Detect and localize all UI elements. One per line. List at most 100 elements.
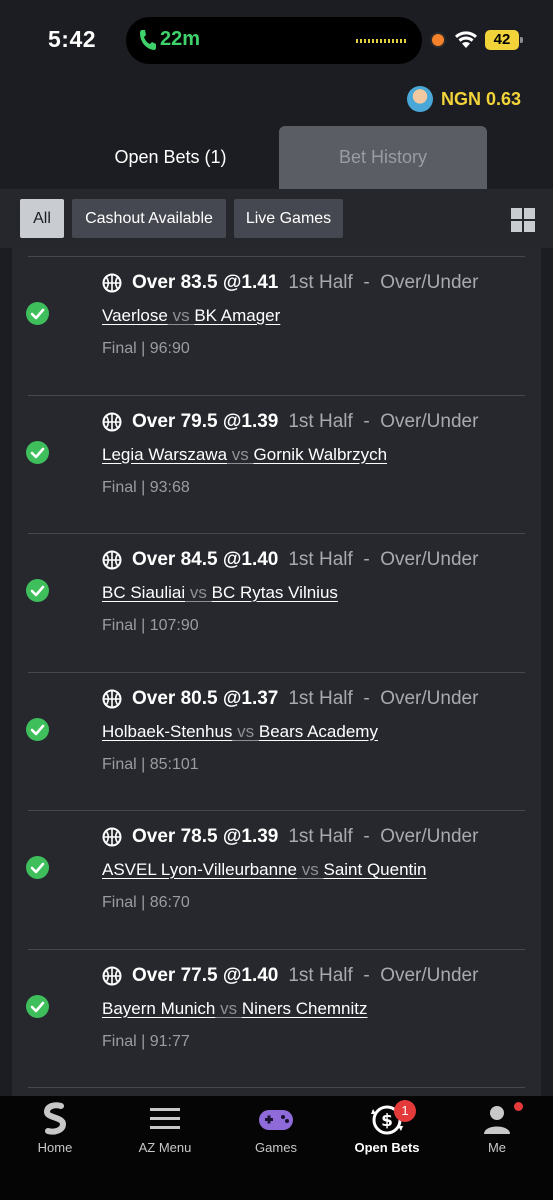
open-bets-badge: 1 (394, 1100, 416, 1122)
bet-market: 1st Half - Over/Under (288, 826, 479, 847)
nav-games[interactable]: Games (221, 1096, 331, 1166)
filter-all-button[interactable]: All (20, 199, 64, 238)
grid-view-icon[interactable] (511, 208, 535, 232)
bet-row[interactable]: Over 78.5 @1.39 1st Half - Over/Under ASVE… (12, 810, 541, 948)
bet-pick: Over 79.5 @1.39 (132, 410, 279, 432)
filter-cashout-button[interactable]: Cashout Available (72, 199, 226, 238)
home-team-link[interactable]: Holbaek-Stenhus (102, 722, 232, 741)
dynamic-island[interactable]: 22m (126, 17, 422, 64)
list-end-divider (12, 1087, 541, 1096)
won-check-icon (26, 579, 49, 602)
bet-pick: Over 80.5 @1.37 (132, 687, 279, 709)
vs-label: vs (220, 998, 238, 1018)
row-divider (28, 1087, 525, 1088)
nav-open-bets[interactable]: $ 1 Open Bets (332, 1096, 442, 1166)
bet-market: 1st Half - Over/Under (288, 272, 479, 293)
menu-icon (150, 1108, 180, 1129)
home-team-link[interactable]: Bayern Munich (102, 999, 215, 1018)
away-team-link[interactable]: Gornik Walbrzych (254, 445, 388, 464)
vs-label: vs (237, 721, 255, 741)
nav-games-label: Games (255, 1140, 297, 1155)
bet-match[interactable]: Legia Warszawa vs Gornik Walbrzych (102, 445, 387, 465)
bet-selection: Over 77.5 @1.40 1st Half - Over/Under (102, 965, 478, 987)
nav-open-bets-label: Open Bets (354, 1140, 420, 1155)
bet-match[interactable]: Bayern Munich vs Niners Chemnitz (102, 999, 368, 1019)
recording-indicator-icon (432, 34, 444, 46)
bet-result: Final | 91:77 (102, 1032, 190, 1050)
wifi-icon (455, 31, 477, 48)
away-team-link[interactable]: BK Amager (194, 306, 280, 325)
bet-market: 1st Half - Over/Under (288, 549, 479, 570)
bet-result: Final | 107:90 (102, 617, 199, 634)
bet-selection: Over 78.5 @1.39 1st Half - Over/Under (102, 826, 478, 848)
status-time: 5:42 (48, 26, 97, 52)
bet-row[interactable]: Over 83.5 @1.41 1st Half - Over/Under Vaer… (12, 256, 541, 394)
row-divider (28, 533, 525, 534)
bet-selection: Over 80.5 @1.37 1st Half - Over/Under (102, 688, 478, 710)
bet-pick: Over 78.5 @1.39 (132, 826, 279, 847)
bet-result: Final | 93:68 (102, 478, 190, 496)
won-check-icon (26, 717, 49, 741)
tab-bet-history[interactable]: Bet History (279, 126, 487, 189)
bet-selection: Over 79.5 @1.39 1st Half - Over/Under (102, 411, 478, 433)
row-divider (28, 948, 525, 950)
home-team-link[interactable]: Vaerlose (102, 306, 168, 325)
bet-pick: Over 83.5 @1.41 (132, 272, 279, 293)
bet-pick: Over 77.5 @1.40 (132, 964, 279, 986)
row-divider (28, 394, 525, 396)
vs-label: vs (301, 860, 319, 879)
basketball-icon (102, 827, 122, 847)
battery-indicator: 42 (485, 30, 523, 50)
bet-match[interactable]: Holbaek-Stenhus vs Bears Academy (102, 722, 378, 742)
bet-match[interactable]: Vaerlose vs BK Amager (102, 306, 280, 326)
gamepad-icon (259, 1110, 293, 1130)
phone-icon (140, 30, 156, 50)
row-divider (28, 256, 525, 257)
call-duration: 22m (160, 28, 201, 50)
bet-result: Final | 85:101 (102, 755, 199, 773)
sporty-logo-icon (43, 1102, 67, 1135)
nav-home[interactable]: Home (0, 1096, 110, 1166)
status-bar: 5:42 22m 42 (0, 0, 553, 80)
bet-result: Final | 86:70 (102, 894, 190, 911)
bet-result: Final | 96:90 (102, 340, 190, 357)
bet-list: Over 83.5 @1.41 1st Half - Over/Under Vaer… (12, 248, 541, 1096)
nav-home-label: Home (37, 1140, 73, 1155)
audio-wave-icon (356, 39, 406, 43)
bet-row[interactable]: Over 80.5 @1.37 1st Half - Over/Under Holb… (12, 671, 541, 810)
vs-label: vs (231, 444, 249, 464)
home-team-link[interactable]: BC Siauliai (102, 583, 185, 602)
user-icon (484, 1106, 510, 1134)
won-check-icon (26, 994, 49, 1018)
bet-match[interactable]: ASVEL Lyon-Villeurbanne vs Saint Quentin (102, 860, 427, 880)
basketball-icon (102, 412, 122, 431)
bet-tabs: Open Bets (1) Bet History (67, 126, 487, 189)
away-team-link[interactable]: Niners Chemnitz (242, 999, 368, 1018)
bet-selection: Over 84.5 @1.40 1st Half - Over/Under (102, 549, 478, 571)
account-balance[interactable]: NGN 0.63 (406, 86, 521, 112)
bottom-nav: Home AZ Menu Games $ 1 Open Bets Me (0, 1096, 553, 1200)
vs-label: vs (172, 306, 190, 325)
bet-pick: Over 84.5 @1.40 (132, 549, 279, 570)
tab-open-bets[interactable]: Open Bets (1) (67, 126, 274, 189)
filter-bar: All Cashout Available Live Games (0, 189, 553, 248)
nav-me-label: Me (487, 1140, 507, 1155)
avatar (406, 86, 433, 112)
away-team-link[interactable]: BC Rytas Vilnius (212, 583, 338, 602)
bet-row[interactable]: Over 79.5 @1.39 1st Half - Over/Under Legi… (12, 394, 541, 533)
away-team-link[interactable]: Saint Quentin (323, 860, 426, 879)
bet-market: 1st Half - Over/Under (288, 410, 479, 432)
filter-live-games-button[interactable]: Live Games (234, 199, 343, 238)
bet-match[interactable]: BC Siauliai vs BC Rytas Vilnius (102, 583, 338, 603)
won-check-icon (26, 440, 49, 464)
home-team-link[interactable]: ASVEL Lyon-Villeurbanne (102, 860, 297, 879)
row-divider (28, 671, 525, 673)
nav-me[interactable]: Me (442, 1096, 552, 1166)
bet-row[interactable]: Over 84.5 @1.40 1st Half - Over/Under BC S… (12, 533, 541, 671)
nav-az-menu-label: AZ Menu (138, 1140, 192, 1155)
svg-text:$: $ (381, 1111, 393, 1131)
nav-az-menu[interactable]: AZ Menu (110, 1096, 220, 1166)
home-team-link[interactable]: Legia Warszawa (102, 445, 227, 464)
bet-row[interactable]: Over 77.5 @1.40 1st Half - Over/Under Baye… (12, 948, 541, 1087)
away-team-link[interactable]: Bears Academy (259, 722, 378, 741)
